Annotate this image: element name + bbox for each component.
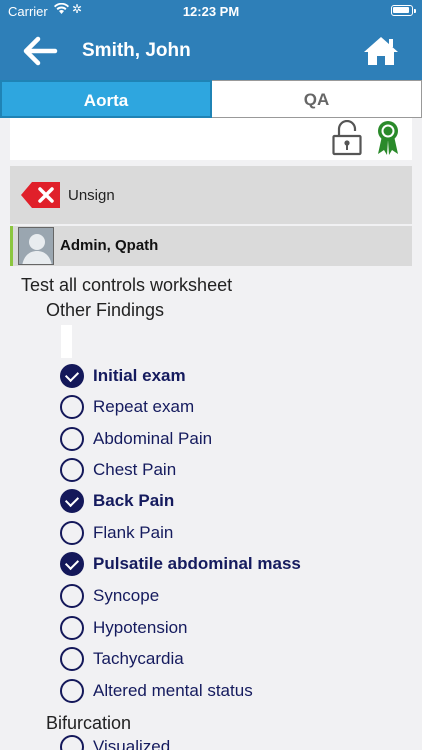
toolbar-row	[10, 118, 412, 160]
worksheet-title: Test all controls worksheet	[21, 275, 233, 295]
radio-icon[interactable]	[60, 584, 84, 608]
radio-icon[interactable]	[60, 647, 84, 671]
checked-radio-icon[interactable]	[60, 364, 84, 388]
back-arrow-icon[interactable]	[22, 36, 58, 66]
option-label: Chest Pain	[93, 460, 177, 479]
home-icon[interactable]	[362, 35, 400, 67]
option-label: Back Pain	[93, 491, 175, 510]
option-label: Altered mental status	[93, 681, 253, 700]
option-label: Tachycardia	[93, 649, 184, 668]
unsign-label: Unsign	[68, 187, 115, 204]
battery-icon	[391, 5, 416, 16]
option-label: Hypotension	[93, 618, 188, 637]
option-label: Abdominal Pain	[93, 429, 213, 448]
option-label: Pulsatile abdominal mass	[93, 554, 301, 573]
avatar	[18, 227, 54, 265]
option-label: Syncope	[93, 586, 160, 605]
radio-icon[interactable]	[60, 427, 84, 451]
option-label: Flank Pain	[93, 523, 174, 542]
option-label: Repeat exam	[93, 397, 195, 416]
radio-icon[interactable]	[60, 616, 84, 640]
delete-x-icon[interactable]	[20, 181, 62, 209]
radio-icon[interactable]	[60, 521, 84, 545]
tab-aorta[interactable]: Aorta	[0, 80, 212, 118]
page-title: Smith, John	[82, 40, 191, 61]
section-heading-other-findings: Other Findings	[46, 300, 165, 320]
radio-icon[interactable]	[60, 679, 84, 703]
text-cursor-field[interactable]	[61, 325, 72, 358]
award-ribbon-icon	[378, 121, 398, 155]
status-bar: Carrier ✲ 12:23 PM	[0, 0, 422, 22]
section-heading-bifurcation: Bifurcation	[46, 713, 132, 733]
tab-qa[interactable]: QA	[212, 80, 422, 118]
nav-bar: Smith, John	[0, 22, 422, 80]
checked-radio-icon[interactable]	[60, 552, 84, 576]
unlocked-padlock-icon[interactable]	[332, 120, 362, 156]
radio-icon[interactable]	[60, 735, 84, 750]
option-label: Initial exam	[93, 366, 186, 385]
signer-row: Admin, Qpath	[10, 226, 412, 266]
option-label: Visualized	[93, 737, 171, 750]
signer-accent-bar	[10, 226, 13, 266]
unsign-row[interactable]: Unsign	[10, 166, 412, 224]
radio-icon[interactable]	[60, 458, 84, 482]
checked-radio-icon[interactable]	[60, 489, 84, 513]
status-time: 12:23 PM	[182, 4, 240, 19]
radio-icon[interactable]	[60, 395, 84, 419]
signer-name: Admin, Qpath	[60, 237, 159, 254]
